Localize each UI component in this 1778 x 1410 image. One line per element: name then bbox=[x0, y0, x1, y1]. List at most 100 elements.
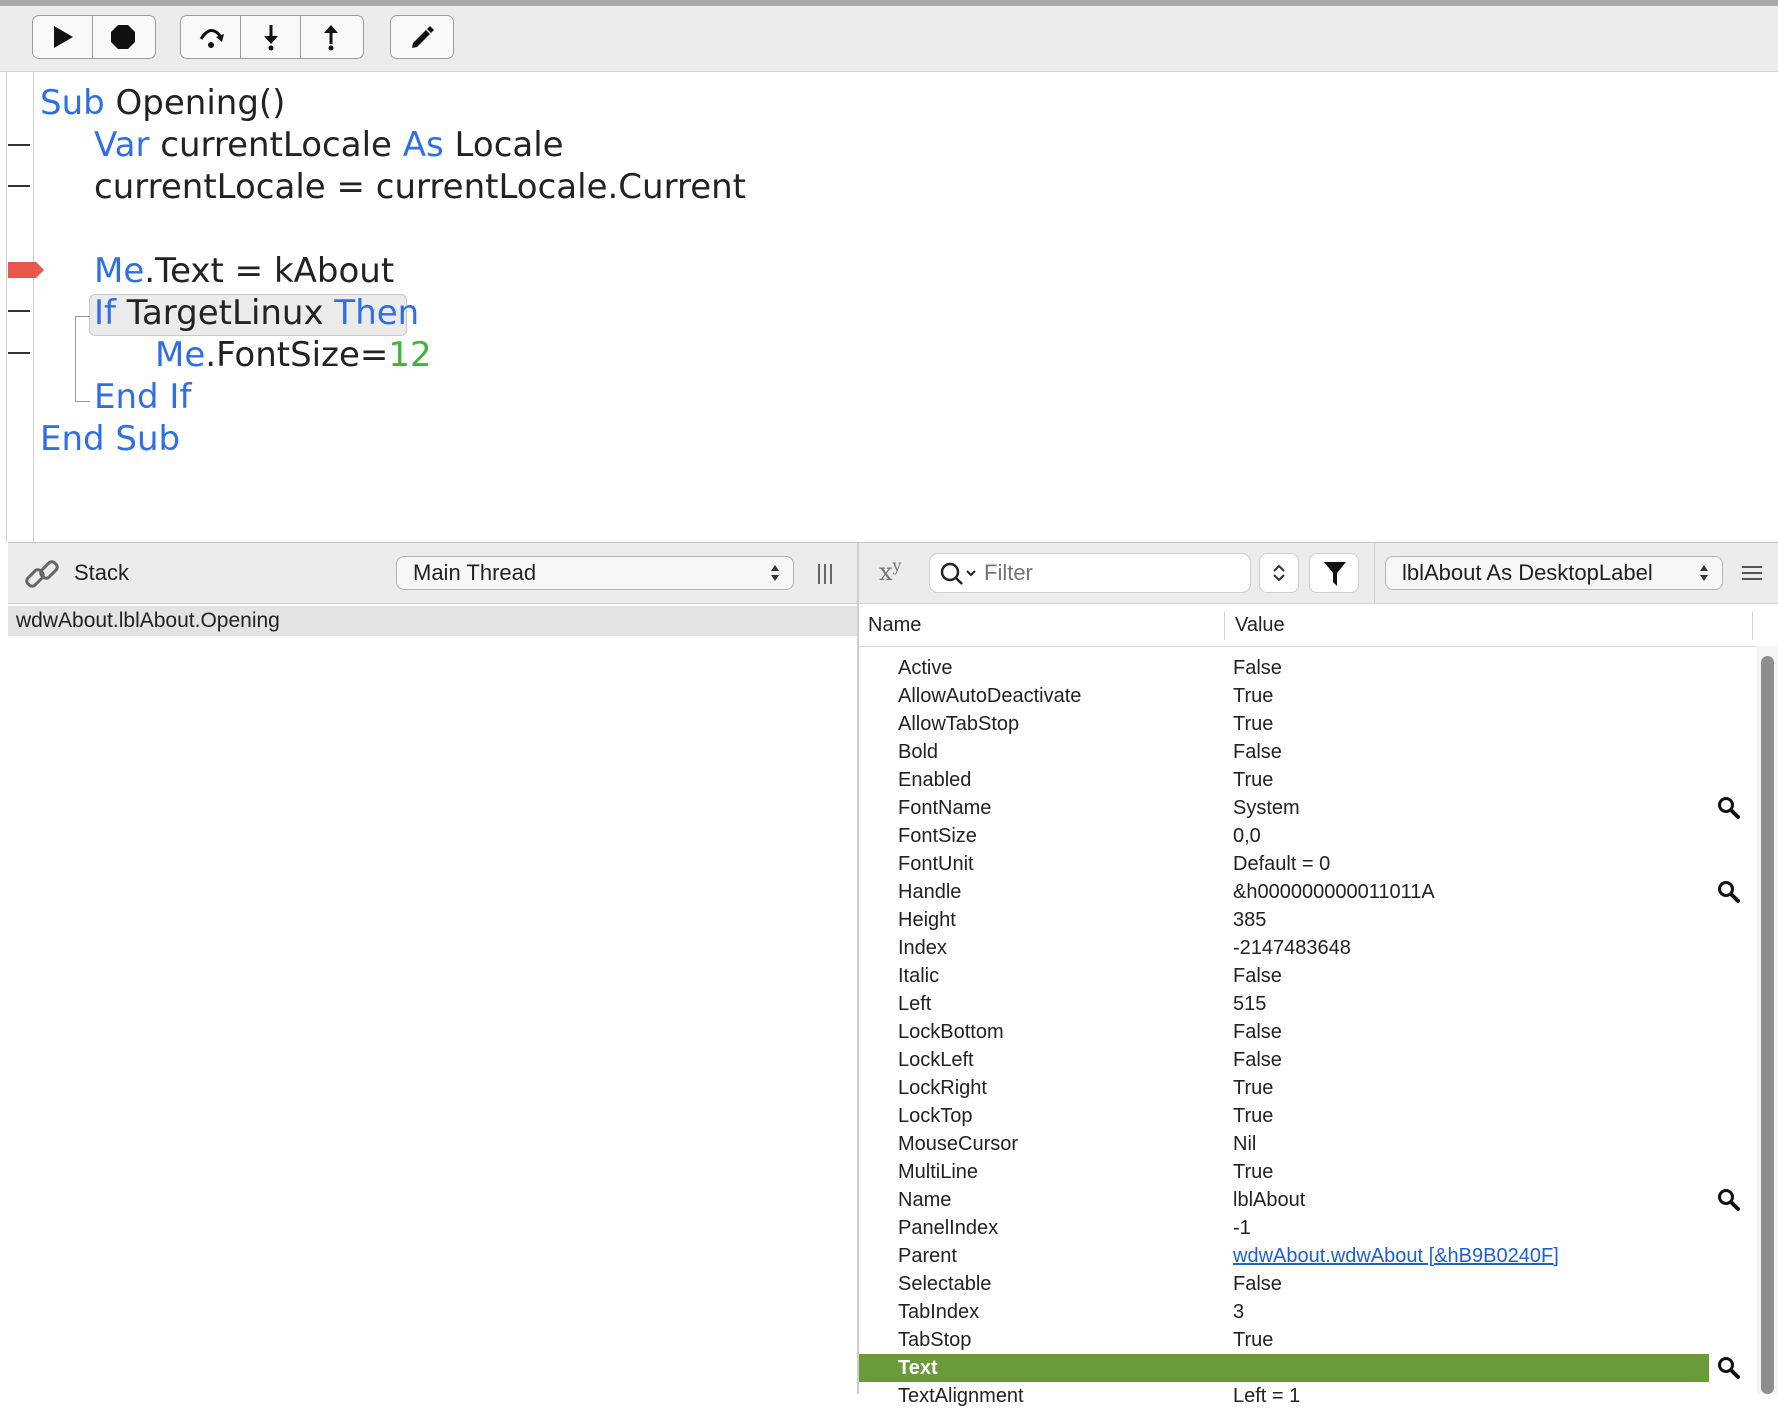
variables-panel-header: xy lblAbout As DesktopLabel bbox=[859, 543, 1778, 604]
variable-name: Selectable bbox=[898, 1273, 992, 1295]
thread-selector[interactable]: Main Thread bbox=[396, 556, 794, 590]
variables-scrollbar-thumb[interactable] bbox=[1761, 656, 1774, 1394]
menu-icon[interactable] bbox=[1741, 565, 1763, 581]
variable-row[interactable]: MouseCursor Nil bbox=[859, 1130, 1709, 1158]
magnifier-icon[interactable] bbox=[1717, 1188, 1741, 1212]
variable-value: 385 bbox=[1233, 909, 1267, 931]
variable-row[interactable]: MultiLine True bbox=[859, 1158, 1709, 1186]
breakpoint-marker[interactable] bbox=[8, 260, 44, 280]
variable-name: Parent bbox=[898, 1245, 957, 1267]
stop-button[interactable] bbox=[93, 16, 153, 58]
step-in-button[interactable] bbox=[241, 16, 301, 58]
variable-name: Bold bbox=[898, 741, 939, 763]
keyword: Me bbox=[155, 335, 206, 375]
variable-row[interactable]: PanelIndex -1 bbox=[859, 1214, 1709, 1242]
variable-row[interactable]: Text bbox=[859, 1354, 1740, 1382]
variable-row[interactable]: LockTop True bbox=[859, 1102, 1709, 1130]
variable-row[interactable]: Active False bbox=[859, 654, 1709, 682]
xy-toggle-button[interactable]: xy bbox=[879, 556, 902, 586]
updown-arrows-icon bbox=[1700, 565, 1708, 581]
updown-arrows-icon bbox=[771, 565, 779, 581]
variable-name: AllowAutoDeactivate bbox=[898, 685, 1082, 707]
variable-row[interactable]: Italic False bbox=[859, 962, 1709, 990]
variable-value-link[interactable]: wdwAbout.wdwAbout [&hB9B0240F] bbox=[1233, 1242, 1559, 1270]
variable-name: FontUnit bbox=[898, 853, 974, 875]
step-controls-group bbox=[180, 15, 364, 59]
variable-name: Name bbox=[898, 1189, 952, 1211]
filter-input[interactable] bbox=[982, 556, 1246, 590]
filter-stepper[interactable] bbox=[1259, 553, 1299, 593]
code-line-6[interactable]: If TargetLinux Then bbox=[94, 292, 419, 334]
variable-row[interactable]: LockBottom False bbox=[859, 1018, 1709, 1046]
variable-name: Index bbox=[898, 937, 947, 959]
stack-panel-header: Stack Main Thread bbox=[8, 543, 858, 604]
number-literal: 12 bbox=[388, 335, 432, 375]
variable-name: FontSize bbox=[898, 825, 977, 847]
code-text: .Text = kAbout bbox=[144, 251, 395, 291]
code-text: TargetLinux bbox=[116, 293, 335, 333]
variable-row[interactable]: LockLeft False bbox=[859, 1046, 1709, 1074]
variable-name: PanelIndex bbox=[898, 1217, 999, 1239]
code-editor[interactable]: Sub Opening() Var currentLocale As Local… bbox=[0, 72, 1778, 542]
variable-value: &h000000000011011A bbox=[1233, 881, 1435, 903]
pencil-icon bbox=[412, 26, 434, 48]
variable-row[interactable]: FontName System bbox=[859, 794, 1740, 822]
keyword: If bbox=[94, 293, 116, 333]
line-marker[interactable] bbox=[8, 185, 30, 187]
keyword: Me bbox=[94, 251, 145, 291]
variable-row[interactable]: TabStop True bbox=[859, 1326, 1709, 1354]
variable-row[interactable]: Selectable False bbox=[859, 1270, 1709, 1298]
variable-row[interactable]: Handle &h000000000011011A bbox=[859, 878, 1740, 906]
code-line-7[interactable]: Me.FontSize=12 bbox=[155, 334, 432, 376]
filter-funnel-button[interactable] bbox=[1309, 553, 1359, 593]
variable-row[interactable]: Bold False bbox=[859, 738, 1709, 766]
code-line-3[interactable]: currentLocale = currentLocale.Current bbox=[94, 166, 746, 208]
code-text: Opening() bbox=[104, 83, 286, 123]
variable-row[interactable]: AllowTabStop True bbox=[859, 710, 1709, 738]
variable-value: False bbox=[1233, 741, 1282, 763]
variable-row[interactable]: FontSize 0,0 bbox=[859, 822, 1709, 850]
variable-row[interactable]: Height 385 bbox=[859, 906, 1709, 934]
variable-row[interactable]: Enabled True bbox=[859, 766, 1709, 794]
column-name-header[interactable]: Name bbox=[868, 604, 921, 646]
code-line-8[interactable]: End If bbox=[94, 376, 191, 418]
code-line-5[interactable]: Me.Text = kAbout bbox=[94, 250, 394, 292]
variable-row[interactable]: TextAlignment Left = 1 bbox=[859, 1382, 1709, 1410]
variable-value: -1 bbox=[1233, 1217, 1251, 1239]
variable-row[interactable]: FontUnit Default = 0 bbox=[859, 850, 1709, 878]
variable-row[interactable]: LockRight True bbox=[859, 1074, 1709, 1102]
code-line-2[interactable]: Var currentLocale As Locale bbox=[94, 124, 564, 166]
edit-code-button[interactable] bbox=[391, 16, 453, 58]
columns-icon[interactable] bbox=[816, 563, 834, 585]
variables-column-header: Name Value bbox=[859, 604, 1778, 647]
step-over-button[interactable] bbox=[181, 16, 241, 58]
step-out-button[interactable] bbox=[301, 16, 361, 58]
variable-row[interactable]: TabIndex 3 bbox=[859, 1298, 1709, 1326]
magnifier-icon[interactable] bbox=[1717, 880, 1741, 904]
run-button[interactable] bbox=[33, 16, 93, 58]
line-marker[interactable] bbox=[8, 310, 30, 312]
variable-name: Italic bbox=[898, 965, 940, 987]
run-controls-group bbox=[32, 15, 156, 59]
magnifier-icon[interactable] bbox=[1717, 1356, 1741, 1380]
variable-value: False bbox=[1233, 1021, 1282, 1043]
variable-row[interactable]: AllowAutoDeactivate True bbox=[859, 682, 1709, 710]
code-line-9[interactable]: End Sub bbox=[40, 418, 180, 460]
object-selector[interactable]: lblAbout As DesktopLabel bbox=[1385, 556, 1723, 590]
variable-row[interactable]: Name lblAbout bbox=[859, 1186, 1740, 1214]
column-value-header[interactable]: Value bbox=[1235, 604, 1285, 646]
code-line-1[interactable]: Sub Opening() bbox=[40, 82, 285, 124]
code-text: Locale bbox=[443, 125, 564, 165]
variable-value: -2147483648 bbox=[1233, 937, 1351, 959]
thread-selected-label: Main Thread bbox=[413, 560, 537, 585]
variable-row[interactable]: Left 515 bbox=[859, 990, 1709, 1018]
magnifier-icon[interactable] bbox=[1717, 796, 1741, 820]
variable-value: True bbox=[1233, 685, 1274, 707]
stack-frame-row[interactable]: wdwAbout.lblAbout.Opening bbox=[8, 606, 857, 636]
line-marker[interactable] bbox=[8, 352, 30, 354]
variable-row[interactable]: Index -2147483648 bbox=[859, 934, 1709, 962]
line-marker[interactable] bbox=[8, 144, 30, 146]
play-icon bbox=[53, 26, 73, 48]
variable-value: True bbox=[1233, 713, 1274, 735]
variable-row[interactable]: Parent wdwAbout.wdwAbout [&hB9B0240F] bbox=[859, 1242, 1709, 1270]
